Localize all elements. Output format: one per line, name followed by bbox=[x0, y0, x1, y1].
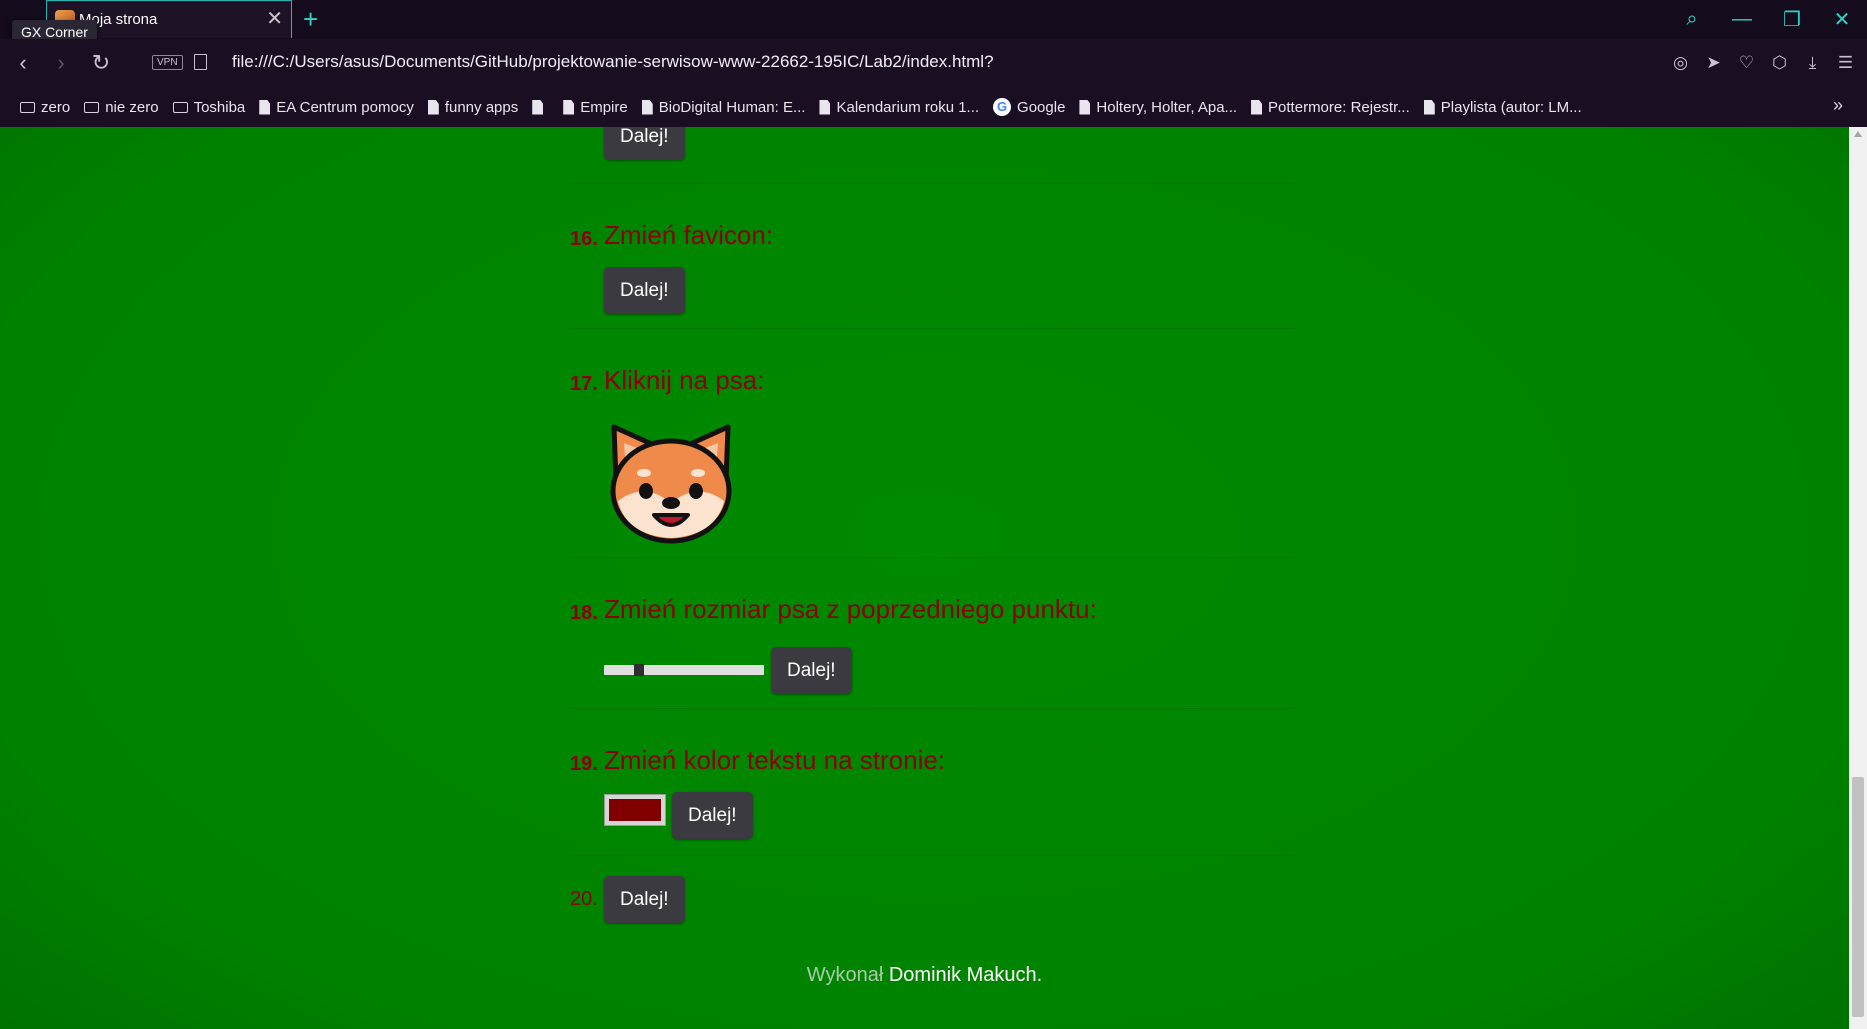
scrollbar-thumb[interactable] bbox=[1852, 777, 1864, 1017]
step-number: 16. bbox=[570, 228, 598, 250]
step-title: Zmień favicon: bbox=[604, 220, 774, 250]
bookmark-item[interactable]: EA Centrum pomocy bbox=[259, 99, 414, 116]
bookmarks-list: zero nie zero Toshiba EA Centrum pomocy funn… bbox=[20, 87, 1582, 127]
step-title: Kliknij na psa: bbox=[604, 365, 765, 395]
bookmark-item[interactable]: Toshiba bbox=[172, 98, 246, 116]
bookmark-item[interactable]: Pottermore: Rejestr... bbox=[1251, 99, 1410, 116]
folder-icon bbox=[172, 101, 188, 113]
send-icon[interactable]: ➤ bbox=[1700, 49, 1727, 77]
window-controls: ⌕ — ❐ ✕ bbox=[1667, 0, 1867, 39]
dog-image[interactable] bbox=[604, 411, 738, 545]
bookmark-label: EA Centrum pomocy bbox=[276, 98, 414, 116]
bookmark-label: nie zero bbox=[105, 98, 159, 116]
next-button[interactable]: Dalej! bbox=[604, 267, 685, 314]
color-fill bbox=[609, 799, 661, 821]
bookmarks-bar: zero nie zero Toshiba EA Centrum pomocy funn… bbox=[0, 87, 1867, 127]
page-icon bbox=[563, 99, 575, 115]
footer-suffix: . bbox=[1036, 964, 1043, 986]
step-19: 19. Zmień kolor tekstu na stronie: Dalej… bbox=[570, 709, 1294, 856]
step-18: 18. Zmień rozmiar psa z poprzedniego pun… bbox=[570, 558, 1294, 709]
bookmark-item[interactable]: funny apps bbox=[427, 98, 519, 116]
step-number: 18. bbox=[570, 602, 598, 624]
step-number: 20. bbox=[570, 888, 598, 910]
bookmark-label: Toshiba bbox=[193, 98, 246, 116]
restore-icon[interactable]: ❐ bbox=[1767, 0, 1817, 39]
step-16: 16. Zmień favicon: Dalej! bbox=[570, 184, 1294, 329]
steps-list: Dalej! 16. Zmień favicon: Dalej! 17. Kli… bbox=[570, 127, 1294, 946]
text-color-picker[interactable] bbox=[604, 794, 666, 826]
url-input[interactable]: file:///C:/Users/asus/Documents/GitHub/p… bbox=[232, 52, 994, 72]
page-icon bbox=[1251, 99, 1263, 115]
bookmark-label: Google bbox=[1017, 98, 1066, 116]
back-icon[interactable]: ‹ bbox=[8, 49, 38, 77]
bookmark-item[interactable] bbox=[532, 99, 549, 115]
bookmark-item[interactable]: Playlista (autor: LM... bbox=[1423, 98, 1582, 116]
address-bar: ‹ › ↻ VPN file:///C:/Users/asus/Document… bbox=[0, 39, 1867, 87]
search-icon[interactable]: ⌕ bbox=[1667, 0, 1717, 39]
bookmark-label: Holtery, Holter, Apa... bbox=[1096, 98, 1238, 116]
close-tab-icon[interactable]: ✕ bbox=[266, 7, 283, 31]
cube-icon[interactable]: ⬡ bbox=[1766, 49, 1793, 77]
page-icon bbox=[532, 99, 544, 115]
scroll-up-icon[interactable] bbox=[1854, 131, 1862, 137]
bookmark-label: BioDigital Human: E... bbox=[658, 98, 806, 116]
step-20: 20. Dalej! bbox=[570, 856, 1294, 946]
vpn-badge[interactable]: VPN bbox=[152, 55, 183, 70]
address-tools: ◎ ➤ ♡ ⬡ ⤓ ☰ bbox=[1667, 49, 1859, 77]
bookmark-item[interactable]: G Google bbox=[993, 98, 1065, 116]
bookmark-label: funny apps bbox=[444, 98, 519, 116]
forward-icon[interactable]: › bbox=[46, 49, 76, 77]
dog-size-slider[interactable] bbox=[604, 664, 764, 676]
next-button[interactable]: Dalej! bbox=[604, 127, 685, 160]
bookmark-label: Playlista (autor: LM... bbox=[1440, 98, 1582, 116]
page-info-icon[interactable] bbox=[194, 54, 207, 70]
step-title: Zmień kolor tekstu na stronie: bbox=[604, 745, 946, 775]
step-title: Zmień rozmiar psa z poprzedniego punktu: bbox=[604, 594, 1097, 624]
reload-icon[interactable]: ↻ bbox=[86, 49, 116, 77]
slider-thumb[interactable] bbox=[634, 664, 644, 676]
new-tab-icon[interactable]: + bbox=[303, 4, 318, 34]
camera-icon[interactable]: ◎ bbox=[1667, 49, 1694, 77]
download-icon[interactable]: ⤓ bbox=[1799, 49, 1826, 77]
bookmark-item[interactable]: nie zero bbox=[84, 98, 159, 116]
folder-icon bbox=[84, 101, 100, 113]
close-window-icon[interactable]: ✕ bbox=[1817, 0, 1867, 39]
step-17: 17. Kliknij na psa: bbox=[570, 329, 1294, 558]
bookmark-item[interactable]: Holtery, Holter, Apa... bbox=[1079, 99, 1237, 116]
footer: Wykonał Dominik Makuch. bbox=[0, 964, 1849, 987]
bookmark-item[interactable]: BioDigital Human: E... bbox=[641, 98, 806, 116]
next-button[interactable]: Dalej! bbox=[672, 792, 753, 839]
bookmark-item[interactable]: zero bbox=[20, 99, 70, 116]
heart-icon[interactable]: ♡ bbox=[1733, 49, 1760, 77]
page-viewport: Dalej! 16. Zmień favicon: Dalej! 17. Kli… bbox=[0, 127, 1849, 1029]
page-icon bbox=[427, 99, 439, 115]
step-15: Dalej! bbox=[570, 127, 1294, 184]
easy-setup-icon[interactable]: ☰ bbox=[1832, 49, 1859, 77]
page-icon bbox=[1079, 99, 1091, 115]
page-icon bbox=[259, 99, 271, 115]
bookmark-label: Empire bbox=[580, 98, 628, 116]
step-number: 19. bbox=[570, 753, 598, 775]
bookmark-item[interactable]: Kalendarium roku 1... bbox=[819, 99, 979, 116]
page-icon bbox=[1423, 99, 1435, 115]
bookmark-label: zero bbox=[41, 98, 71, 116]
bookmark-item[interactable]: Empire bbox=[563, 99, 628, 116]
next-button[interactable]: Dalej! bbox=[604, 876, 685, 923]
more-bookmarks-icon[interactable]: » bbox=[1833, 95, 1843, 116]
footer-prefix: Wykonał bbox=[806, 964, 884, 986]
minimize-icon[interactable]: — bbox=[1717, 0, 1767, 39]
bookmark-label: Kalendarium roku 1... bbox=[836, 98, 980, 116]
bookmark-label: Pottermore: Rejestr... bbox=[1268, 98, 1410, 116]
next-button[interactable]: Dalej! bbox=[771, 647, 852, 694]
tab-bar: Moja strona ✕ + ⌕ — ❐ ✕ GX Corner bbox=[0, 0, 1867, 44]
footer-author: Dominik Makuch bbox=[888, 964, 1037, 986]
page-icon bbox=[641, 99, 653, 115]
vertical-scrollbar[interactable] bbox=[1849, 127, 1867, 1029]
folder-icon bbox=[20, 101, 35, 113]
step-number: 17. bbox=[570, 373, 598, 395]
google-icon: G bbox=[993, 98, 1012, 116]
page-icon bbox=[819, 99, 831, 115]
